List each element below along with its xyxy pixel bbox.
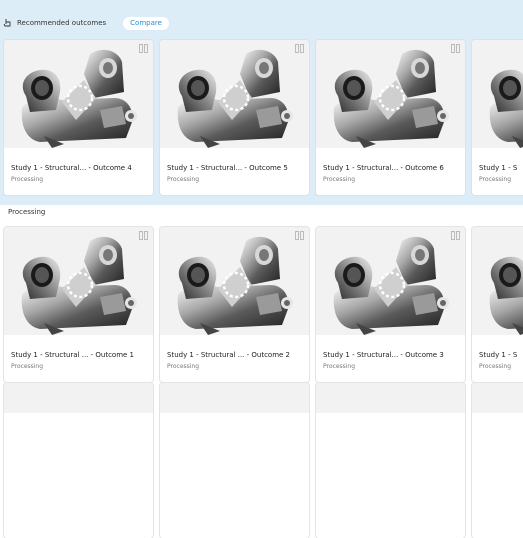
compare-icon[interactable] bbox=[295, 44, 304, 53]
recommended-section: Recommended outcomes Compare Study 1 - S… bbox=[0, 0, 523, 205]
outcome-thumbnail bbox=[316, 227, 465, 335]
outcome-thumbnail bbox=[4, 227, 153, 335]
outcome-title: Study 1 - Structural... - Outcome 5 bbox=[167, 164, 288, 172]
outcome-card[interactable]: Study 1 - Structural ... - Outcome 1 Pro… bbox=[4, 227, 153, 382]
hand-pointer-icon bbox=[3, 18, 12, 28]
outcome-title: Study 1 - Structural ... - Outcome 1 bbox=[11, 351, 135, 359]
outcome-card[interactable] bbox=[472, 383, 523, 538]
outcome-status: Processing bbox=[11, 176, 44, 183]
outcome-title: Study 1 - S bbox=[479, 351, 518, 359]
outcome-card[interactable]: Study 1 - S Processing bbox=[472, 40, 523, 195]
outcome-thumbnail bbox=[4, 383, 153, 413]
outcome-card[interactable]: Study 1 - Structural... - Outcome 5 Proc… bbox=[160, 40, 309, 195]
outcome-thumbnail bbox=[160, 383, 309, 413]
outcome-status: Processing bbox=[479, 176, 512, 183]
outcome-status: Processing bbox=[11, 363, 44, 370]
outcome-title: Study 1 - Structural... - Outcome 4 bbox=[11, 164, 132, 172]
outcome-card[interactable] bbox=[4, 383, 153, 538]
compare-icon[interactable] bbox=[295, 231, 304, 240]
outcome-card[interactable] bbox=[160, 383, 309, 538]
compare-icon[interactable] bbox=[139, 231, 148, 240]
outcome-card[interactable]: Study 1 - Structural... - Outcome 3 Proc… bbox=[316, 227, 465, 382]
outcome-title: Study 1 - Structural... - Outcome 6 bbox=[323, 164, 444, 172]
outcome-thumbnail bbox=[160, 227, 309, 335]
outcome-card[interactable]: Study 1 - Structural... - Outcome 6 Proc… bbox=[316, 40, 465, 195]
recommended-title: Recommended outcomes bbox=[17, 19, 107, 27]
outcome-card[interactable] bbox=[316, 383, 465, 538]
compare-icon[interactable] bbox=[451, 44, 460, 53]
outcome-title: Study 1 - S bbox=[479, 164, 518, 172]
compare-icon[interactable] bbox=[451, 231, 460, 240]
outcome-title: Study 1 - Structural ... - Outcome 2 bbox=[167, 351, 291, 359]
outcome-status: Processing bbox=[323, 363, 356, 370]
recommended-header: Recommended outcomes Compare bbox=[3, 14, 169, 32]
outcome-status: Processing bbox=[323, 176, 356, 183]
outcome-thumbnail bbox=[472, 40, 523, 148]
outcome-card[interactable]: Study 1 - Structural ... - Outcome 2 Pro… bbox=[160, 227, 309, 382]
outcome-thumbnail bbox=[316, 383, 465, 413]
outcome-status: Processing bbox=[479, 363, 512, 370]
outcome-card[interactable]: Study 1 - S Processing bbox=[472, 227, 523, 382]
outcome-thumbnail bbox=[472, 227, 523, 335]
outcome-card[interactable]: Study 1 - Structural... - Outcome 4 Proc… bbox=[4, 40, 153, 195]
outcome-status: Processing bbox=[167, 363, 200, 370]
outcome-thumbnail bbox=[4, 40, 153, 148]
outcome-status: Processing bbox=[167, 176, 200, 183]
outcome-thumbnail bbox=[316, 40, 465, 148]
outcome-title: Study 1 - Structural... - Outcome 3 bbox=[323, 351, 444, 359]
processing-section-title: Processing bbox=[8, 208, 46, 216]
compare-button[interactable]: Compare bbox=[123, 16, 169, 30]
outcome-thumbnail bbox=[472, 383, 523, 413]
compare-icon[interactable] bbox=[139, 44, 148, 53]
outcome-thumbnail bbox=[160, 40, 309, 148]
